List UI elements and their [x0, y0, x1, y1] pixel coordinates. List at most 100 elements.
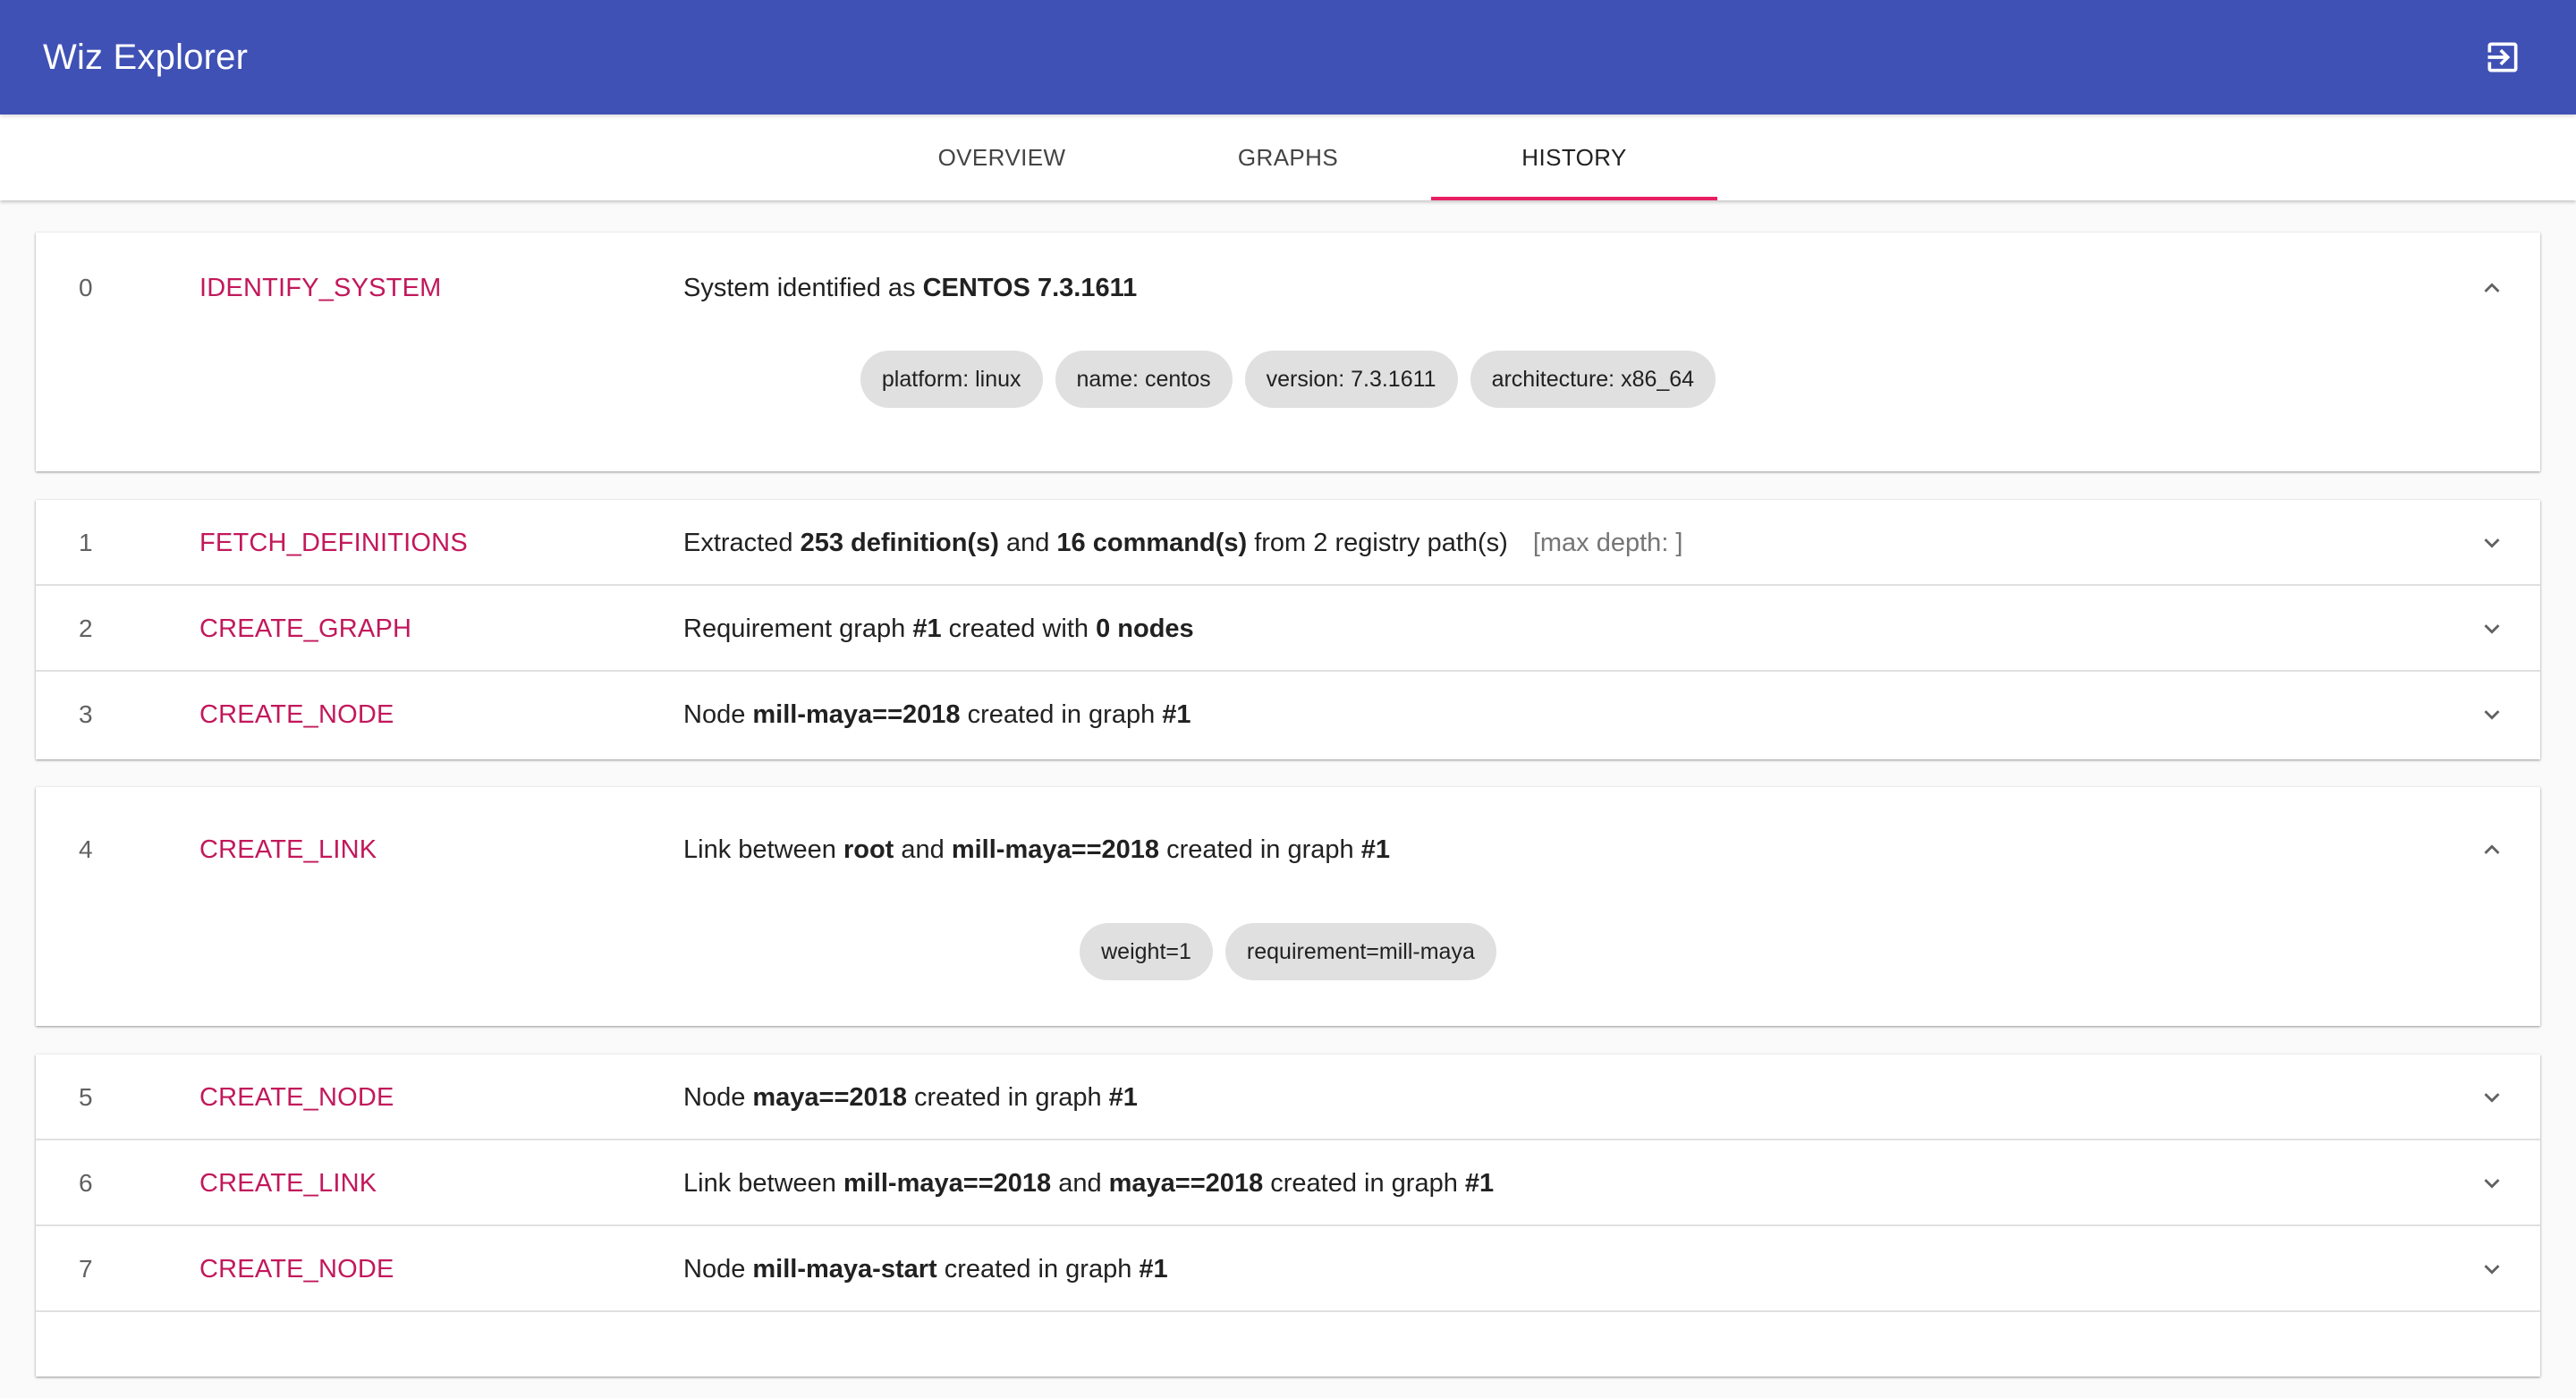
description-text: created in graph — [936, 1255, 1140, 1284]
tag-chip[interactable]: weight=1 — [1080, 923, 1213, 980]
expand-button[interactable] — [2476, 699, 2508, 731]
step-action: CREATE_LINK — [199, 1169, 377, 1198]
step-index: 3 — [79, 700, 93, 728]
max-depth-note: [max depth: ] — [1532, 529, 1683, 557]
description-bold: mill-maya==2018 — [752, 700, 961, 729]
expand-button[interactable] — [2476, 1167, 2508, 1199]
description-text: created with — [941, 614, 1097, 643]
tag-chip[interactable]: architecture: x86_64 — [1470, 351, 1716, 408]
exit-icon — [2487, 42, 2518, 72]
description-bold: #1 — [1464, 1169, 1495, 1198]
description-text: created in graph — [1263, 1169, 1465, 1198]
history-row-4[interactable]: 4 CREATE_LINK Link between root and mill… — [36, 807, 2540, 893]
step-description: System identified as CENTOS 7.3.1611 — [683, 245, 1137, 331]
history-row-6[interactable]: 6 CREATE_LINK Link between mill-maya==20… — [36, 1140, 2540, 1226]
tag-list: weight=1 requirement=mill-maya — [36, 923, 2540, 1075]
collapse-button[interactable] — [2476, 834, 2508, 866]
step-index: 2 — [79, 614, 93, 642]
description-text: Requirement graph — [683, 614, 913, 643]
description-bold: #1 — [1162, 700, 1191, 729]
chevron-down-icon — [2484, 1265, 2500, 1275]
description-text: and — [998, 529, 1057, 557]
history-card: 5 CREATE_NODE Node maya==2018 created in… — [36, 1055, 2540, 1377]
history-row-1[interactable]: 1 FETCH_DEFINITIONS Extracted 253 defini… — [36, 500, 2540, 586]
step-description: Requirement graph #1 created with 0 node… — [683, 586, 1194, 672]
description-text: from 2 registry path(s) — [1247, 529, 1508, 557]
chevron-down-icon — [2484, 1179, 2500, 1189]
chevron-down-icon — [2484, 710, 2500, 720]
description-bold: maya==2018 — [752, 1083, 907, 1112]
chevron-up-icon — [2484, 844, 2500, 854]
description-bold: CENTOS 7.3.1611 — [922, 274, 1138, 302]
expand-button[interactable] — [2476, 613, 2508, 645]
step-description: Extracted 253 definition(s) and 16 comma… — [683, 500, 1683, 586]
history-row-2[interactable]: 2 CREATE_GRAPH Requirement graph #1 crea… — [36, 586, 2540, 672]
step-action: CREATE_NODE — [199, 1255, 394, 1284]
description-text: Extracted — [683, 529, 801, 557]
description-bold: 16 command(s) — [1056, 529, 1248, 557]
description-text: created in graph — [960, 700, 1163, 729]
tag-chip[interactable]: version: 7.3.1611 — [1244, 351, 1458, 408]
step-description: Link between mill-maya==2018 and maya==2… — [683, 1140, 1494, 1226]
description-text: System identified as — [683, 274, 923, 302]
history-row-7[interactable]: 7 CREATE_NODE Node mill-maya-start creat… — [36, 1226, 2540, 1312]
description-bold: mill-maya==2018 — [843, 1169, 1052, 1198]
description-bold: mill-maya==2018 — [951, 835, 1160, 864]
expand-button[interactable] — [2476, 527, 2508, 559]
description-text: Link between — [683, 1169, 843, 1198]
step-description: Node mill-maya==2018 created in graph #1 — [683, 672, 1191, 758]
tab-graphs[interactable]: GRAPHS — [1145, 114, 1431, 200]
step-index: 0 — [79, 274, 93, 301]
description-bold: #1 — [1108, 1083, 1138, 1112]
step-index: 4 — [79, 835, 93, 863]
step-action: CREATE_NODE — [199, 700, 394, 729]
step-action: IDENTIFY_SYSTEM — [199, 274, 442, 302]
step-description: Node maya==2018 created in graph #1 — [683, 1055, 1138, 1140]
tag-chip[interactable]: requirement=mill-maya — [1224, 923, 1496, 980]
tab-overview[interactable]: OVERVIEW — [859, 114, 1145, 200]
history-row-0[interactable]: 0 IDENTIFY_SYSTEM System identified as C… — [36, 245, 2540, 331]
history-card: 0 IDENTIFY_SYSTEM System identified as C… — [36, 233, 2540, 471]
step-action: CREATE_LINK — [199, 835, 377, 864]
step-description: Link between root and mill-maya==2018 cr… — [683, 807, 1390, 893]
expand-button[interactable] — [2476, 1081, 2508, 1114]
app-bar: Wiz Explorer — [0, 0, 2576, 114]
description-bold: maya==2018 — [1108, 1169, 1264, 1198]
step-index: 1 — [79, 529, 93, 556]
expand-button[interactable] — [2476, 1253, 2508, 1285]
history-row-5[interactable]: 5 CREATE_NODE Node maya==2018 created in… — [36, 1055, 2540, 1140]
history-row-partial[interactable] — [36, 1312, 2540, 1398]
description-bold: 253 definition(s) — [800, 529, 999, 557]
step-index: 7 — [79, 1255, 93, 1283]
description-bold: #1 — [1360, 835, 1390, 864]
description-bold: #1 — [912, 614, 942, 643]
chevron-down-icon — [2484, 538, 2500, 548]
description-text: created in graph — [1159, 835, 1361, 864]
description-text: Node — [683, 1083, 753, 1112]
app-title: Wiz Explorer — [43, 37, 249, 77]
description-text: Node — [683, 700, 753, 729]
collapse-button[interactable] — [2476, 272, 2508, 304]
description-bold: 0 nodes — [1096, 614, 1194, 643]
description-bold: mill-maya-start — [752, 1255, 937, 1284]
history-card: 4 CREATE_LINK Link between root and mill… — [36, 787, 2540, 1026]
description-bold: #1 — [1139, 1255, 1168, 1284]
chevron-up-icon — [2484, 283, 2500, 292]
tag-chip[interactable]: platform: linux — [860, 351, 1043, 408]
tab-history[interactable]: HISTORY — [1431, 114, 1717, 200]
description-text: created in graph — [906, 1083, 1109, 1112]
step-index: 5 — [79, 1083, 93, 1111]
chevron-down-icon — [2484, 624, 2500, 634]
tag-chip[interactable]: name: centos — [1055, 351, 1233, 408]
tab-bar: OVERVIEW GRAPHS HISTORY — [0, 114, 2576, 200]
step-action: FETCH_DEFINITIONS — [199, 529, 468, 557]
description-text: Node — [683, 1255, 753, 1284]
step-action: CREATE_NODE — [199, 1083, 394, 1112]
logout-button[interactable] — [2474, 29, 2531, 86]
tag-list: platform: linux name: centos version: 7.… — [36, 351, 2540, 503]
step-description: Node mill-maya-start created in graph #1 — [683, 1226, 1168, 1312]
history-row-3[interactable]: 3 CREATE_NODE Node mill-maya==2018 creat… — [36, 672, 2540, 758]
description-bold: root — [843, 835, 894, 864]
history-card: 1 FETCH_DEFINITIONS Extracted 253 defini… — [36, 500, 2540, 759]
description-text: and — [894, 835, 952, 864]
